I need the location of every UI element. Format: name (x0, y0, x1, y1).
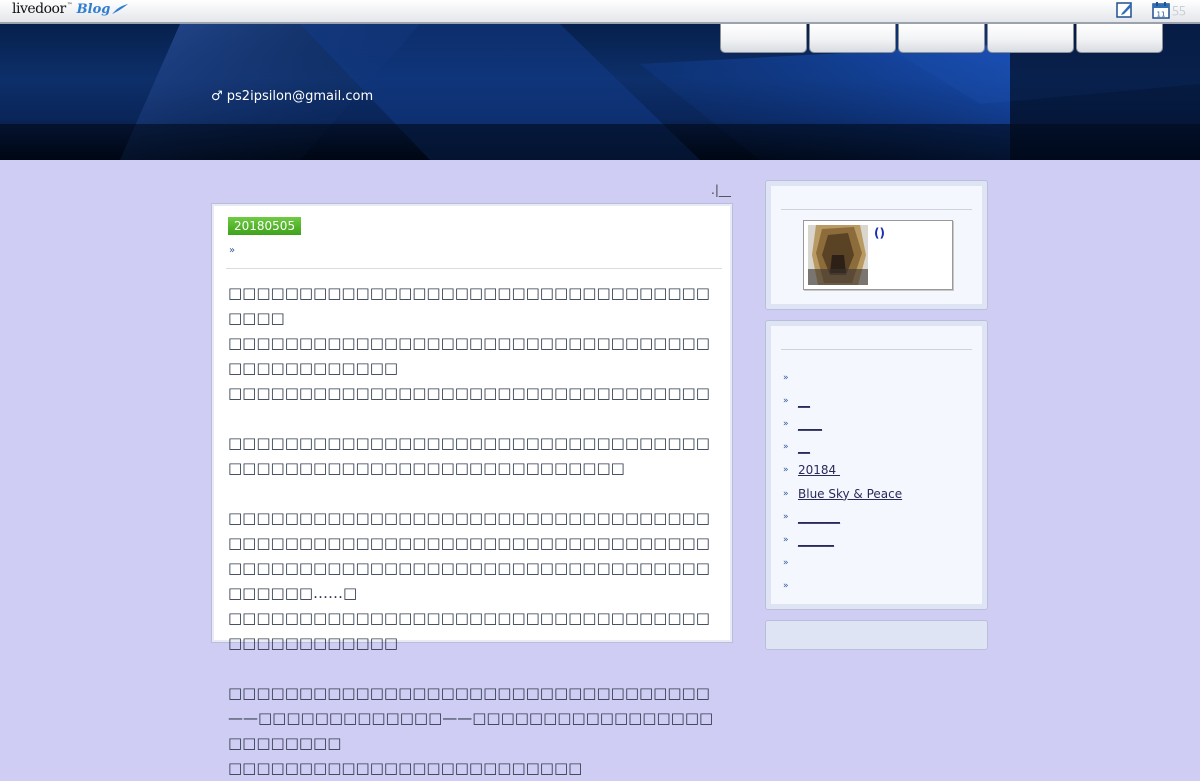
sidebar-link-text[interactable]: __ (798, 440, 810, 454)
double-arrow-icon: » (783, 372, 789, 383)
double-arrow-icon: » (783, 395, 789, 406)
sidebar-link-text[interactable]: ______ (798, 533, 834, 547)
logo-trademark: ™ (66, 2, 73, 9)
sidebar-link-list: » » __ » ____ » __ » 20184 » Blue Sky & Peace… (783, 366, 902, 598)
double-arrow-icon: » (783, 558, 789, 569)
paragraph-spacer (228, 406, 722, 431)
calendar-day: 11 (1157, 11, 1166, 19)
feather-icon (112, 4, 129, 14)
header-nav-tabs (720, 24, 1163, 53)
sidebar-link-item[interactable]: » (783, 552, 902, 575)
article-paragraph-1: □□□□□□□□□□□□□□□□□□□□□□□□□□□□□□□□□□□□□□ □… (228, 284, 710, 402)
sidebar-link-item[interactable]: » (783, 366, 902, 389)
profile-card[interactable]: () (803, 220, 953, 290)
title-divider (226, 268, 722, 269)
profile-name[interactable]: () (874, 226, 885, 240)
double-arrow-icon: » (783, 465, 789, 476)
sidebar-link-item[interactable]: » Blue Sky & Peace (783, 482, 902, 505)
logo-livedoor-text: livedoor (12, 1, 66, 17)
sidebar-heading-rule (781, 209, 972, 210)
article-title-marker[interactable]: » (229, 245, 235, 256)
sidebar-link-text[interactable]: 20184 (798, 463, 840, 477)
breadcrumb[interactable]: .|__ (711, 183, 731, 197)
topbar-faded-text: ƽƽ (1172, 2, 1186, 16)
sidebar-links-box: » » __ » ____ » __ » 20184 » Blue Sky & Peace… (765, 320, 988, 610)
nav-tab-4[interactable] (987, 24, 1074, 53)
sidebar-link-text[interactable]: ____ (798, 417, 822, 431)
sidebar-link-text[interactable]: _______ (798, 510, 840, 524)
logo-blog-text: Blog (76, 2, 111, 17)
sidebar-link-item[interactable]: » ____ (783, 412, 902, 435)
sidebar-link-text[interactable]: Blue Sky & Peace (798, 487, 902, 501)
nav-tab-2[interactable] (809, 24, 896, 53)
sidebar-link-item[interactable]: » _______ (783, 505, 902, 528)
avatar[interactable] (808, 225, 868, 285)
article-date-badge: 20180505 (228, 217, 302, 235)
avatar-photo (808, 225, 868, 285)
sidebar-link-item[interactable]: » __ (783, 436, 902, 459)
livedoor-blog-logo[interactable]: livedoor ™ Blog (12, 1, 129, 19)
double-arrow-icon: » (783, 581, 789, 592)
sidebar-next-box (765, 620, 988, 650)
edit-icon[interactable] (1116, 1, 1134, 19)
sidebar-link-item[interactable]: » (783, 575, 902, 598)
article-paragraph-3: □□□□□□□□□□□□□□□□□□□□□□□□□□□□□□□□□□□□□□□□… (228, 509, 710, 652)
article-body: □□□□□□□□□□□□□□□□□□□□□□□□□□□□□□□□□□□□□□ □… (228, 281, 722, 781)
double-arrow-icon: » (783, 534, 789, 545)
sidebar-link-item[interactable]: » __ (783, 389, 902, 412)
double-arrow-icon: » (783, 511, 789, 522)
sidebar-links-inner: » » __ » ____ » __ » 20184 » Blue Sky & Peace… (771, 326, 982, 604)
double-arrow-icon: » (783, 418, 789, 429)
sidebar-profile-box: () (765, 180, 988, 310)
nav-tab-5[interactable] (1076, 24, 1163, 53)
sidebar-heading-rule (781, 349, 972, 350)
article-card: 20180505 » □□□□□□□□□□□□□□□□□□□□□□□□□□□□□… (211, 203, 733, 777)
sidebar-link-item[interactable]: » 20184 (783, 459, 902, 482)
nav-tab-3[interactable] (898, 24, 985, 53)
sidebar-link-item[interactable]: » ______ (783, 528, 902, 551)
article-paragraph-4: □□□□□□□□□□□□□□□□□□□□□□□□□□□□□□□□□□——□□□□… (228, 684, 714, 777)
nav-tab-1[interactable] (720, 24, 807, 53)
calendar-icon[interactable]: 11 (1152, 1, 1170, 19)
paragraph-spacer (228, 656, 722, 681)
article-paragraph-2: □□□□□□□□□□□□□□□□□□□□□□□□□□□□□□□□□□□□□□□□… (228, 434, 710, 477)
header-banner: ♂ ps2ipsilon@gmail.com (0, 24, 1200, 160)
sidebar-profile-inner: () (771, 186, 982, 304)
sidebar-link-text[interactable]: __ (798, 394, 810, 408)
blog-author-email[interactable]: ♂ ps2ipsilon@gmail.com (211, 89, 373, 104)
double-arrow-icon: » (783, 488, 789, 499)
paragraph-spacer (228, 481, 722, 506)
double-arrow-icon: » (783, 442, 789, 453)
livedoor-topbar: livedoor ™ Blog 11 ƽƽ (0, 0, 1200, 24)
